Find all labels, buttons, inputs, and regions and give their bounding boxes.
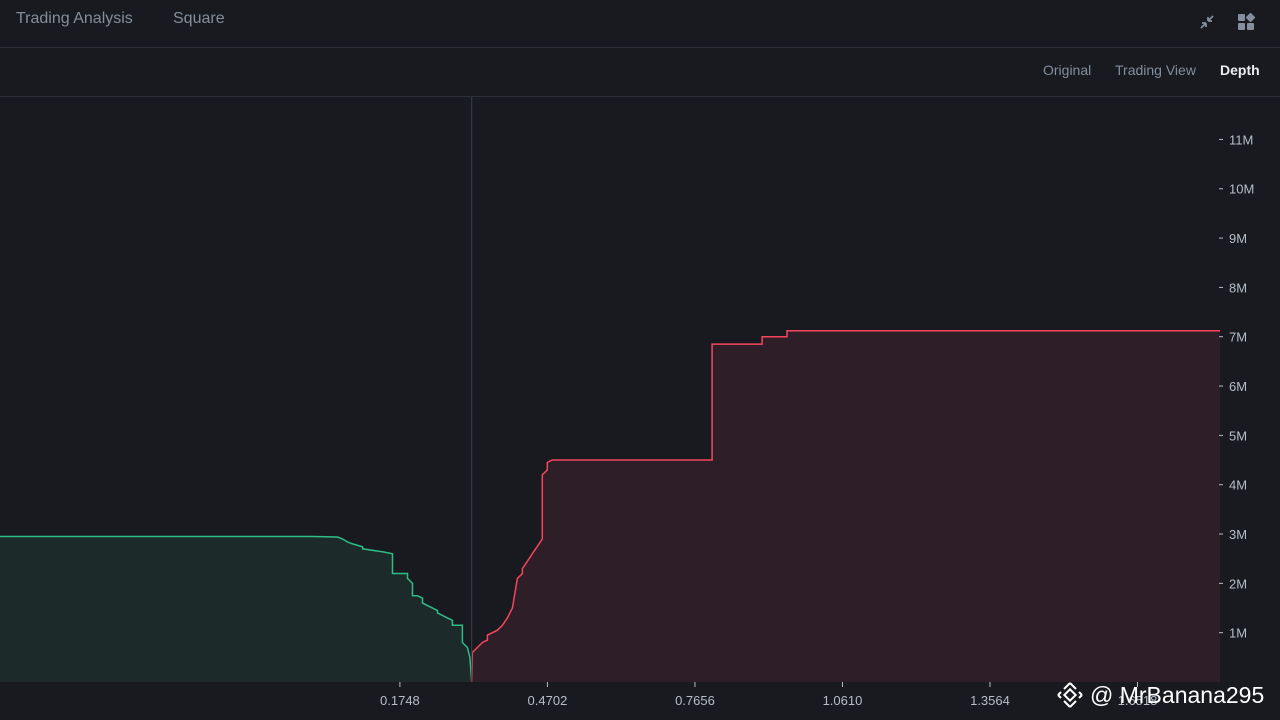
- x-axis: 0.1748 0.4702 0.7656 1.0610 1.3564 1.6518: [380, 682, 1157, 708]
- x-tick-label: 1.0610: [823, 693, 863, 708]
- y-tick-label: 1M: [1229, 626, 1247, 641]
- x-tick-label: 0.7656: [675, 693, 715, 708]
- y-tick-label: 7M: [1229, 330, 1247, 345]
- view-depth-button[interactable]: Depth: [1220, 62, 1260, 78]
- watermark: @ MrBanana295: [1056, 679, 1264, 711]
- y-tick-label: 2M: [1229, 576, 1247, 591]
- view-original-button[interactable]: Original: [1043, 62, 1091, 78]
- y-axis: 1M 2M 3M 4M 5M 6M 7M 8M 9M 10M 11M: [1219, 132, 1254, 641]
- depth-areas: [0, 330, 1220, 683]
- y-tick-label: 8M: [1229, 280, 1247, 295]
- depth-chart[interactable]: 1M 2M 3M 4M 5M 6M 7M 8M 9M 10M 11M 0.1748 0.4702 0.7…: [0, 97, 1280, 720]
- y-tick-label: 4M: [1229, 478, 1247, 493]
- watermark-text: @ MrBanana295: [1090, 681, 1265, 708]
- y-tick-label: 10M: [1229, 182, 1254, 197]
- y-tick-label: 3M: [1229, 527, 1247, 542]
- ask-depth-area: [471, 330, 1220, 682]
- x-tick-label: 1.3564: [970, 693, 1010, 708]
- y-tick-label: 5M: [1229, 428, 1247, 443]
- tab-trading-analysis[interactable]: Trading Analysis: [16, 10, 133, 28]
- collapse-icon[interactable]: [1197, 12, 1217, 32]
- view-trading-view-button[interactable]: Trading View: [1115, 62, 1196, 78]
- x-tick-label: 0.1748: [380, 693, 420, 708]
- y-tick-label: 9M: [1229, 231, 1247, 246]
- tab-square[interactable]: Square: [173, 10, 225, 28]
- bid-depth-area: [0, 536, 472, 682]
- grid-layout-icon[interactable]: [1236, 12, 1256, 32]
- y-tick-label: 11M: [1229, 132, 1253, 147]
- binance-logo-icon: [1057, 682, 1083, 708]
- chart-view-switcher: Original Trading View Depth: [0, 48, 1280, 97]
- top-nav-bar: Trading Analysis Square: [0, 0, 1280, 48]
- y-tick-label: 6M: [1229, 379, 1247, 394]
- x-tick-label: 0.4702: [528, 693, 568, 708]
